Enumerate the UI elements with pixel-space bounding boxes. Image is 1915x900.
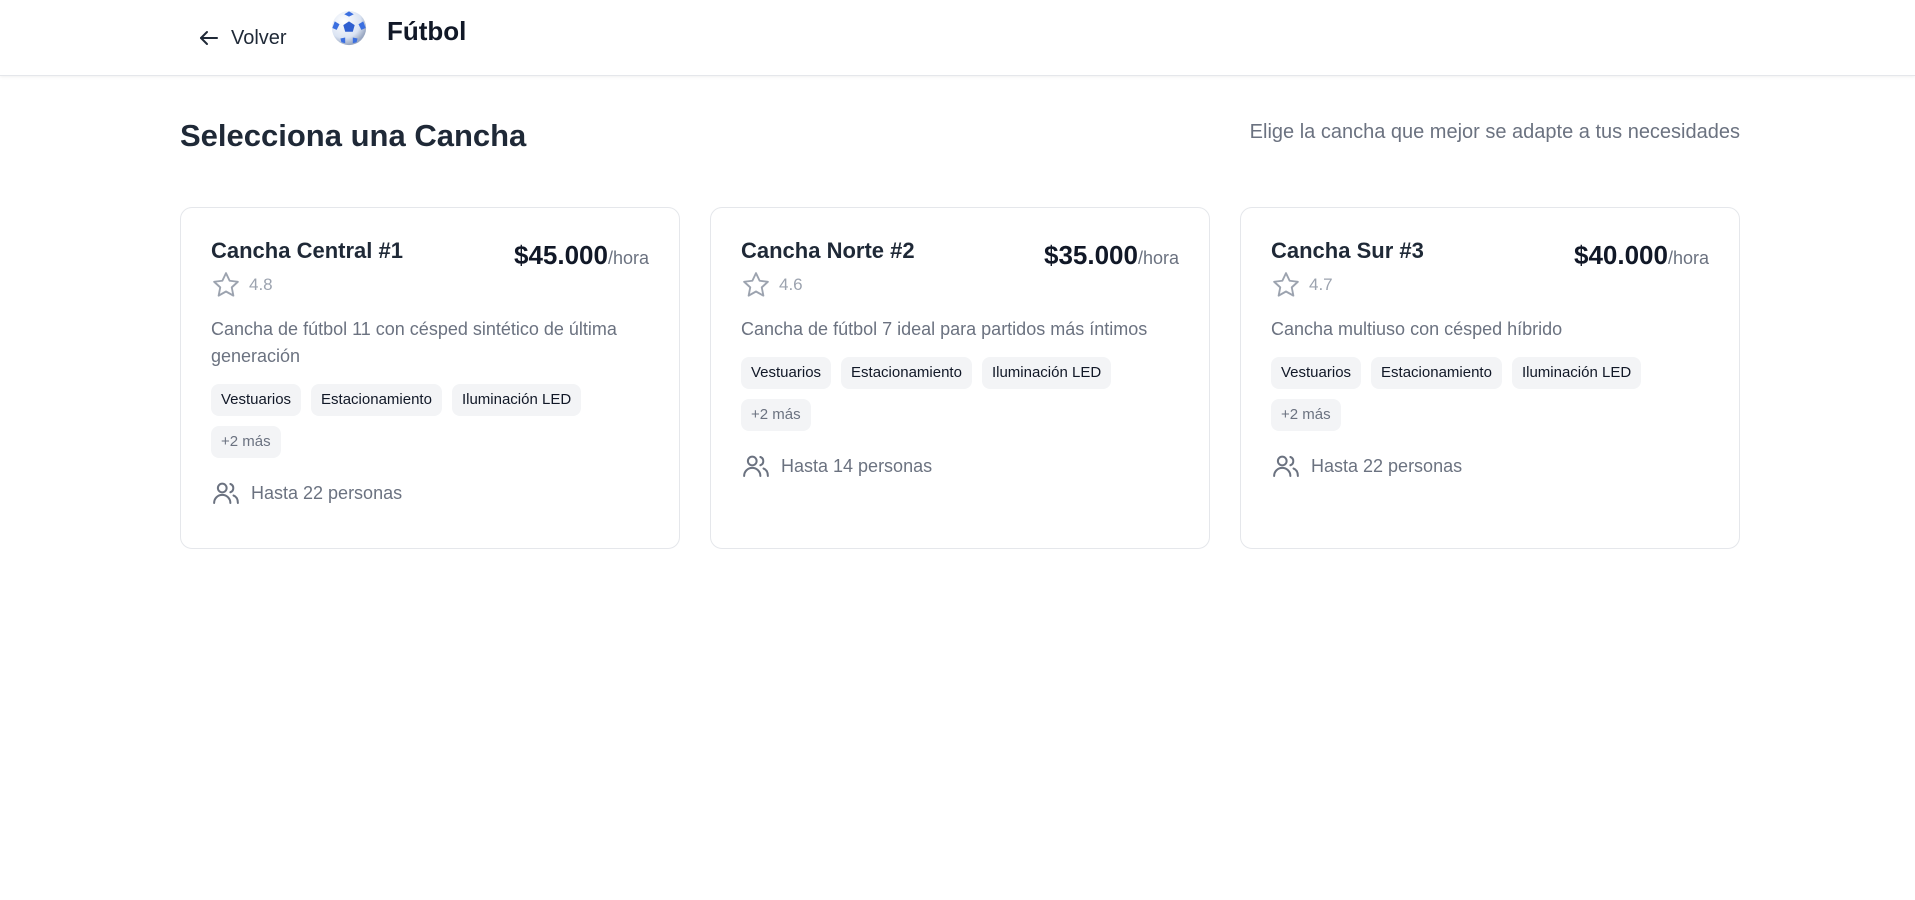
star-icon <box>1273 272 1299 297</box>
price: $40.000 /hora <box>1574 240 1709 271</box>
sport-title: Fútbol <box>387 16 467 46</box>
price: $45.000 /hora <box>514 240 649 271</box>
amenity-tags: Vestuarios Estacionamiento Iluminación L… <box>741 357 1181 431</box>
court-list: Cancha Central #1 4.8 $45.000 /hora Canc… <box>180 207 1740 549</box>
rating: 4.6 <box>741 270 915 300</box>
amenity-tag: Iluminación LED <box>451 384 582 416</box>
amenity-tags: Vestuarios Estacionamiento Iluminación L… <box>1271 357 1711 431</box>
rating: 4.8 <box>211 270 403 300</box>
arrow-left-icon <box>200 31 218 45</box>
more-amenities-tag: +2 más <box>211 426 281 458</box>
amenity-tag: Vestuarios <box>211 384 302 416</box>
price-unit: /hora <box>607 248 649 268</box>
users-icon <box>743 455 769 477</box>
price-unit: /hora <box>1137 248 1179 268</box>
court-description: Cancha multiuso con césped híbrido <box>1271 319 1563 339</box>
rating: 4.7 <box>1271 270 1424 300</box>
star-icon <box>743 272 769 297</box>
more-amenities-tag: +2 más <box>1271 399 1341 431</box>
price-amount: $35.000 <box>1043 240 1138 270</box>
page-title: Selecciona una Cancha <box>180 118 527 153</box>
court-card[interactable]: Cancha Sur #3 4.7 $40.000 /hora Cancha m… <box>1240 207 1740 549</box>
users-icon <box>1273 455 1299 477</box>
amenity-tags: Vestuarios Estacionamiento Iluminación L… <box>211 384 651 458</box>
court-name: Cancha Sur #3 <box>1271 238 1424 263</box>
back-button[interactable]: Volver <box>197 22 287 54</box>
price: $35.000 /hora <box>1044 240 1179 271</box>
court-card[interactable]: Cancha Central #1 4.8 $45.000 /hora Canc… <box>180 207 680 549</box>
court-name: Cancha Norte #2 <box>741 238 915 263</box>
amenity-tag: Estacionamiento <box>841 357 972 389</box>
price-unit: /hora <box>1667 248 1709 268</box>
amenity-tag: Iluminación LED <box>981 357 1112 389</box>
amenity-tag: Iluminación LED <box>1511 357 1642 389</box>
more-amenities-tag: +2 más <box>741 399 811 431</box>
capacity: Hasta 22 personas <box>211 478 649 508</box>
amenity-tag: Vestuarios <box>741 357 832 389</box>
users-icon <box>213 482 239 504</box>
rating-value: 4.7 <box>1309 275 1333 294</box>
soccer-ball-icon <box>331 10 367 46</box>
rating-value: 4.6 <box>779 275 803 294</box>
court-description: Cancha de fútbol 11 con césped sintético… <box>211 319 617 366</box>
back-label: Volver <box>231 26 287 49</box>
capacity-text: Hasta 22 personas <box>251 482 403 503</box>
star-icon <box>213 272 239 297</box>
capacity-text: Hasta 22 personas <box>1311 455 1463 476</box>
page-subtitle: Elige la cancha que mejor se adapte a tu… <box>1249 121 1740 143</box>
amenity-tag: Vestuarios <box>1271 357 1362 389</box>
court-description: Cancha de fútbol 7 ideal para partidos m… <box>741 319 1148 339</box>
capacity: Hasta 14 personas <box>741 451 1179 481</box>
price-amount: $40.000 <box>1573 240 1668 270</box>
amenity-tag: Estacionamiento <box>1371 357 1502 389</box>
price-amount: $45.000 <box>513 240 608 270</box>
court-name: Cancha Central #1 <box>211 238 403 263</box>
capacity: Hasta 22 personas <box>1271 451 1709 481</box>
rating-value: 4.8 <box>249 275 273 294</box>
amenity-tag: Estacionamiento <box>311 384 442 416</box>
capacity-text: Hasta 14 personas <box>781 455 933 476</box>
court-card[interactable]: Cancha Norte #2 4.6 $35.000 /hora Cancha… <box>710 207 1210 549</box>
top-bar: Volver Fútbol <box>0 0 1915 76</box>
